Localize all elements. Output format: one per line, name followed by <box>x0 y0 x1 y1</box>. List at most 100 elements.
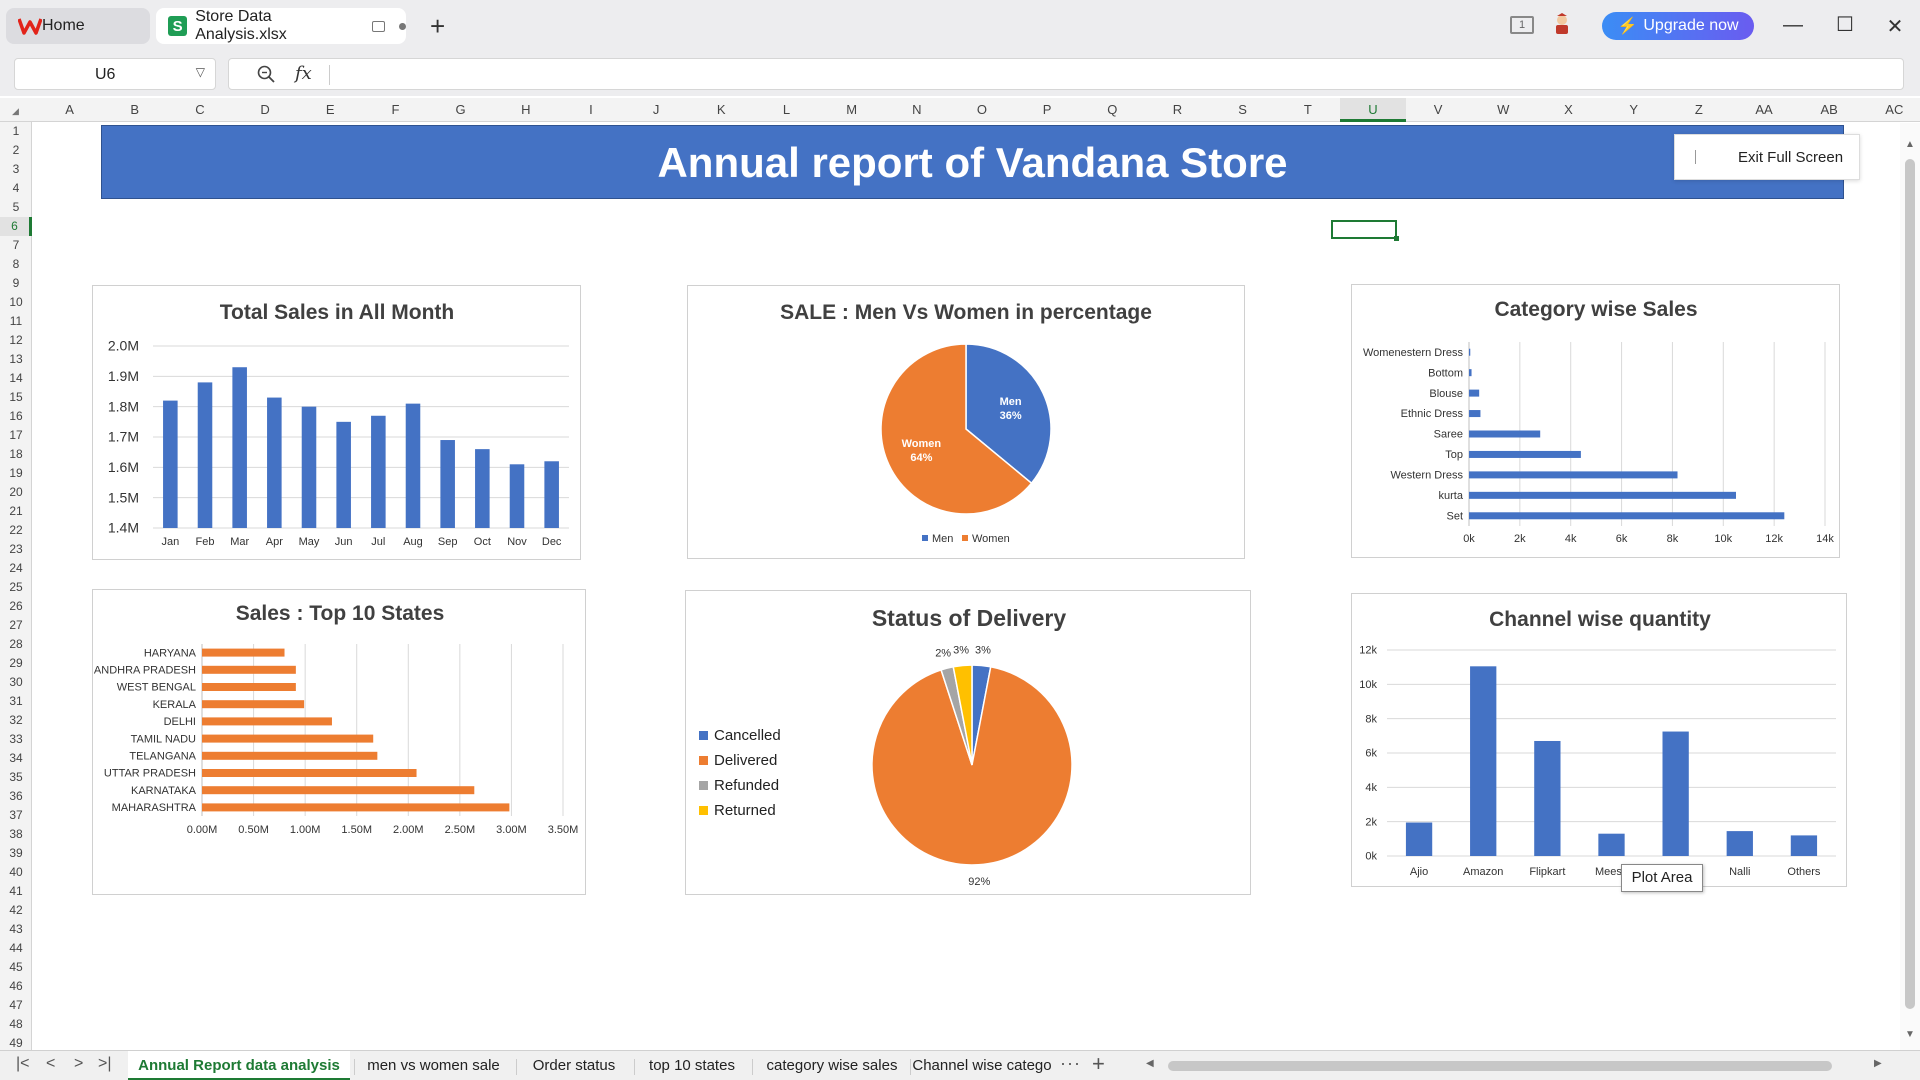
tab-home[interactable]: Home <box>6 8 150 44</box>
column-header-b[interactable]: B <box>102 98 167 122</box>
maximize-icon[interactable]: ☐ <box>1832 12 1858 37</box>
column-header-t[interactable]: T <box>1275 98 1340 122</box>
row-header-33[interactable]: 33 <box>0 730 32 749</box>
row-header-5[interactable]: 5 <box>0 198 32 217</box>
monitor-icon[interactable] <box>371 20 386 32</box>
row-header-16[interactable]: 16 <box>0 407 32 426</box>
chart-top-states[interactable]: Sales : Top 10 States 0.00M 0.50M 1.00M 1.50… <box>92 589 586 895</box>
row-header-9[interactable]: 9 <box>0 274 32 293</box>
column-header-m[interactable]: M <box>819 98 884 122</box>
row-header-43[interactable]: 43 <box>0 920 32 939</box>
scroll-right-icon[interactable]: ▶ <box>1874 1058 1882 1069</box>
column-header-r[interactable]: R <box>1145 98 1210 122</box>
column-header-f[interactable]: F <box>363 98 428 122</box>
row-header-18[interactable]: 18 <box>0 445 32 464</box>
column-header-c[interactable]: C <box>167 98 232 122</box>
row-header-19[interactable]: 19 <box>0 464 32 483</box>
row-header-40[interactable]: 40 <box>0 863 32 882</box>
column-header-ac[interactable]: AC <box>1862 98 1920 122</box>
sheet-tab-top-10-states[interactable]: top 10 states <box>636 1051 748 1080</box>
row-header-44[interactable]: 44 <box>0 939 32 958</box>
row-header-34[interactable]: 34 <box>0 749 32 768</box>
row-header-29[interactable]: 29 <box>0 654 32 673</box>
row-header-6[interactable]: 6 <box>0 217 32 236</box>
row-header-1[interactable]: 1 <box>0 122 32 141</box>
column-header-s[interactable]: S <box>1210 98 1275 122</box>
prev-sheet-icon[interactable]: < <box>46 1055 55 1073</box>
select-all-corner[interactable]: ◢ <box>12 106 19 117</box>
fx-icon[interactable]: fx <box>295 63 312 84</box>
selected-cell-u6[interactable] <box>1331 220 1399 241</box>
row-header-15[interactable]: 15 <box>0 388 32 407</box>
scroll-down-icon[interactable]: ▼ <box>1905 1029 1915 1040</box>
row-header-27[interactable]: 27 <box>0 616 32 635</box>
column-header-p[interactable]: P <box>1015 98 1080 122</box>
sheet-tab-men-vs-women-sale[interactable]: men vs women sale <box>356 1051 511 1080</box>
row-header-14[interactable]: 14 <box>0 369 32 388</box>
row-header-31[interactable]: 31 <box>0 692 32 711</box>
next-sheet-icon[interactable]: > <box>74 1055 83 1073</box>
formula-input[interactable]: fx <box>228 58 1904 90</box>
horizontal-scroll-thumb[interactable] <box>1168 1061 1832 1071</box>
fill-handle[interactable] <box>1394 236 1399 241</box>
chart-monthly-sales[interactable]: Total Sales in All Month 1.4M 1.5M 1.6M 1.7M… <box>92 285 581 560</box>
zoom-icon[interactable] <box>257 65 275 83</box>
column-header-x[interactable]: X <box>1536 98 1601 122</box>
column-header-a[interactable]: A <box>37 98 102 122</box>
column-header-y[interactable]: Y <box>1601 98 1666 122</box>
row-header-3[interactable]: 3 <box>0 160 32 179</box>
sheet-tab-order-status[interactable]: Order status <box>518 1051 630 1080</box>
close-icon[interactable]: ✕ <box>1882 14 1908 39</box>
chart-delivery-status[interactable]: Status of Delivery 3% 92% 2% 3% Cancelled Del… <box>685 590 1251 895</box>
row-header-32[interactable]: 32 <box>0 711 32 730</box>
column-header-o[interactable]: O <box>949 98 1014 122</box>
mascot-icon[interactable] <box>1550 12 1574 36</box>
row-header-2[interactable]: 2 <box>0 141 32 160</box>
row-header-37[interactable]: 37 <box>0 806 32 825</box>
row-header-42[interactable]: 42 <box>0 901 32 920</box>
row-header-11[interactable]: 11 <box>0 312 32 331</box>
row-header-46[interactable]: 46 <box>0 977 32 996</box>
scroll-left-icon[interactable]: ◀ <box>1146 1058 1154 1069</box>
row-header-25[interactable]: 25 <box>0 578 32 597</box>
row-header-45[interactable]: 45 <box>0 958 32 977</box>
row-header-47[interactable]: 47 <box>0 996 32 1015</box>
row-header-48[interactable]: 48 <box>0 1015 32 1034</box>
column-header-q[interactable]: Q <box>1080 98 1145 122</box>
column-header-k[interactable]: K <box>689 98 754 122</box>
row-header-8[interactable]: 8 <box>0 255 32 274</box>
row-header-23[interactable]: 23 <box>0 540 32 559</box>
chart-channel-quantity[interactable]: Channel wise quantity 0k 2k 4k 6k 8k 10k 12k Aji… <box>1351 593 1847 887</box>
row-header-17[interactable]: 17 <box>0 426 32 445</box>
book-icon[interactable]: 1 <box>1510 16 1534 34</box>
column-header-e[interactable]: E <box>298 98 363 122</box>
column-header-aa[interactable]: AA <box>1731 98 1796 122</box>
column-header-g[interactable]: G <box>428 98 493 122</box>
column-header-l[interactable]: L <box>754 98 819 122</box>
column-header-n[interactable]: N <box>884 98 949 122</box>
scroll-up-icon[interactable]: ▲ <box>1905 139 1915 150</box>
row-header-35[interactable]: 35 <box>0 768 32 787</box>
column-header-w[interactable]: W <box>1471 98 1536 122</box>
column-header-d[interactable]: D <box>233 98 298 122</box>
more-sheets-icon[interactable]: ··· <box>1060 1053 1081 1074</box>
last-sheet-icon[interactable]: >| <box>98 1055 112 1073</box>
new-tab-button[interactable]: + <box>430 12 445 40</box>
row-header-36[interactable]: 36 <box>0 787 32 806</box>
row-header-10[interactable]: 10 <box>0 293 32 312</box>
name-box[interactable]: U6 ▽ <box>14 58 216 90</box>
vertical-scrollbar[interactable]: ▲ ▼ <box>1900 123 1920 1053</box>
column-header-z[interactable]: Z <box>1666 98 1731 122</box>
row-header-39[interactable]: 39 <box>0 844 32 863</box>
add-sheet-button[interactable]: + <box>1092 1051 1105 1077</box>
column-header-h[interactable]: H <box>493 98 558 122</box>
row-header-21[interactable]: 21 <box>0 502 32 521</box>
exit-full-screen-button[interactable]: Exit Full Screen <box>1674 134 1860 180</box>
vertical-scroll-thumb[interactable] <box>1905 159 1915 1009</box>
row-header-26[interactable]: 26 <box>0 597 32 616</box>
minimize-icon[interactable]: — <box>1780 14 1806 37</box>
chart-men-vs-women[interactable]: SALE : Men Vs Women in percentage Men 36% W… <box>687 285 1245 559</box>
column-header-u[interactable]: U <box>1340 98 1406 122</box>
tab-file[interactable]: S Store Data Analysis.xlsx <box>156 8 407 44</box>
row-header-12[interactable]: 12 <box>0 331 32 350</box>
